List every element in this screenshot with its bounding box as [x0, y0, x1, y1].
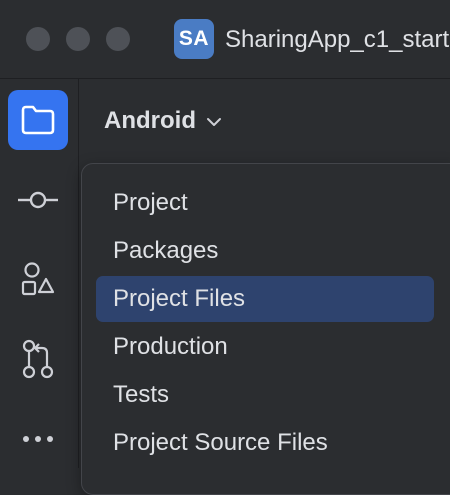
menu-item-project[interactable]: Project	[96, 180, 434, 226]
folder-icon	[21, 105, 55, 135]
project-badge[interactable]: SA	[174, 19, 214, 59]
window-zoom-button[interactable]	[106, 27, 130, 51]
menu-item-packages[interactable]: Packages	[96, 228, 434, 274]
project-tool-window: Android Project Packages Project Files P…	[79, 79, 450, 495]
chevron-down-icon	[206, 118, 221, 126]
project-name[interactable]: SharingApp_c1_starter	[225, 26, 450, 54]
tool-window-sidebar	[0, 79, 79, 468]
window-minimize-button[interactable]	[66, 27, 90, 51]
menu-item-production[interactable]: Production	[96, 324, 434, 370]
window-close-button[interactable]	[26, 27, 50, 51]
resource-manager-button[interactable]	[8, 249, 68, 309]
more-tool-windows-button[interactable]	[8, 409, 68, 469]
pull-request-icon	[22, 339, 54, 379]
more-icon	[23, 436, 53, 442]
view-selector[interactable]: Android	[104, 106, 222, 136]
project-tool-button[interactable]	[8, 90, 68, 150]
commit-icon	[18, 191, 58, 209]
menu-item-project-files[interactable]: Project Files	[96, 276, 434, 322]
view-selector-label: Android	[104, 107, 196, 134]
title-bar: SA SharingApp_c1_starter	[0, 0, 450, 79]
commit-tool-button[interactable]	[8, 170, 68, 230]
shapes-icon	[21, 262, 55, 296]
menu-item-project-source-files[interactable]: Project Source Files	[96, 420, 434, 466]
menu-item-tests[interactable]: Tests	[96, 372, 434, 418]
pull-requests-button[interactable]	[8, 329, 68, 389]
view-dropdown-menu: Project Packages Project Files Productio…	[81, 163, 450, 495]
